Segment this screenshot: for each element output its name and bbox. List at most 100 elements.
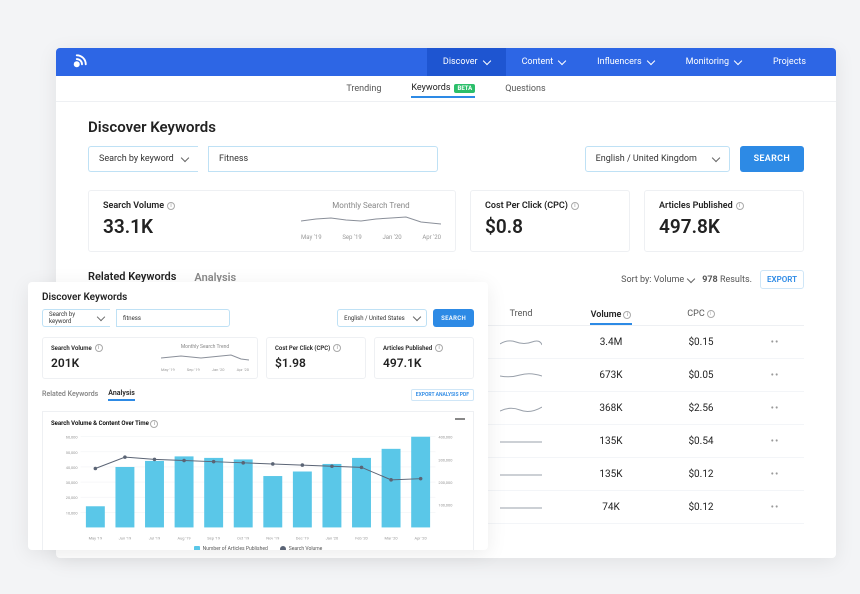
chevron-down-icon [734,57,742,65]
metric-value: 497.8K [659,215,789,238]
sort-select[interactable]: Sort by: Volume [621,275,694,285]
metric-value: 33.1K [103,215,175,238]
info-icon[interactable]: i [571,202,579,210]
subnav-keywords[interactable]: KeywordsBETA [411,83,475,98]
sparkline-icon [500,468,542,480]
svg-text:40,000: 40,000 [66,465,78,470]
subtab-analysis[interactable]: Analysis [108,389,135,401]
sparkline-icon [500,336,542,348]
nav-label: Monitoring [686,57,729,67]
metric-label: Articles Publishedi [659,201,789,211]
row-menu-icon[interactable]: •• [770,502,780,513]
chart-card: Search Volume & Content Over Time i 10,0… [42,411,474,550]
search-volume-card: Search Volumei 33.1K Monthly Search Tren… [88,190,456,252]
svg-text:Jul '19: Jul '19 [149,535,160,540]
language-select[interactable]: English / United States [337,309,427,327]
results-info: Sort by: Volume 978 Results. EXPORT [621,270,804,289]
info-icon[interactable]: i [150,420,158,428]
trend-months: May '19 Sep '19 Jan '20 Apr '20 [301,234,441,241]
search-mode-select[interactable]: Search by keyword [88,146,198,172]
trend-label: Monthly Search Trend [161,344,249,350]
cell-trend [500,336,542,348]
overlay-window: Discover Keywords Search by keyword fitn… [28,282,488,550]
svg-text:200,000: 200,000 [438,480,452,485]
cell-volume: 368K [590,403,632,414]
cell-cpc: $2.56 [680,403,722,414]
metric-value: $1.98 [275,356,357,370]
col-volume[interactable]: Volumei [590,309,632,325]
metric-cards: Search Volumei 201K Monthly Search Trend… [42,337,474,379]
svg-text:10,000: 10,000 [66,510,78,515]
cell-volume: 135K [590,469,632,480]
language-select[interactable]: English / United Kingdom [585,146,730,172]
subnav-trending[interactable]: Trending [346,84,381,94]
search-mode-select[interactable]: Search by keyword [42,309,110,327]
legend-swatch [194,546,200,550]
info-icon[interactable]: i [435,344,443,352]
search-button[interactable]: SEARCH [433,309,474,327]
keyword-input[interactable]: fitness [116,309,230,327]
chevron-down-icon [558,57,566,65]
nav-projects[interactable]: Projects [757,48,822,76]
metric-value: 201K [51,356,103,370]
page-title: Discover Keywords [42,292,474,303]
metric-label: Articles Publishedi [383,344,465,352]
cpc-card: Cost Per Click (CPC)i $1.98 [266,337,366,379]
info-icon[interactable]: i [167,202,175,210]
trend-label: Monthly Search Trend [301,201,441,210]
row-menu-icon[interactable]: •• [770,403,780,414]
metric-label: Cost Per Click (CPC)i [275,344,357,352]
svg-text:400,000: 400,000 [438,435,452,440]
subtab-related[interactable]: Related Keywords [42,390,98,400]
subnav-questions[interactable]: Questions [505,84,545,94]
row-menu-icon[interactable]: •• [770,370,780,381]
sparkline-icon [500,402,542,414]
nav-influencers[interactable]: Influencers [581,48,669,76]
svg-text:Mar '20: Mar '20 [385,535,398,540]
svg-text:Oct '19: Oct '19 [237,535,249,540]
svg-text:May '19: May '19 [89,535,103,540]
main-nav: Discover Content Influencers Monitoring … [427,48,822,76]
legend-item: Search Volume [280,546,323,550]
export-button[interactable]: EXPORT [760,270,804,289]
metric-label: Search Volumei [51,344,103,352]
row-menu-icon[interactable]: •• [770,469,780,480]
cell-volume: 673K [590,370,632,381]
articles-card: Articles Publishedi 497.1K [374,337,474,379]
nav-content[interactable]: Content [506,48,582,76]
search-button[interactable]: SEARCH [740,146,804,172]
results-count: 978 [702,275,718,285]
row-menu-icon[interactable]: •• [770,337,780,348]
info-icon[interactable]: i [333,344,341,352]
export-pdf-button[interactable]: EXPORT ANALYSIS PDF [411,389,474,401]
svg-text:Nov '19: Nov '19 [266,535,279,540]
cell-volume: 3.4M [590,337,632,348]
cell-trend [500,435,542,447]
subtabs: Related Keywords Analysis EXPORT ANALYSI… [42,389,474,401]
collapse-icon[interactable] [455,418,465,420]
keyword-input[interactable]: Fitness [208,146,438,172]
svg-text:30,000: 30,000 [66,480,78,485]
row-menu-icon[interactable]: •• [770,436,780,447]
app-logo-icon [70,53,88,71]
info-icon[interactable]: i [736,202,744,210]
info-icon[interactable]: i [95,344,103,352]
sparkline-icon [500,369,542,381]
chevron-down-icon [181,154,189,162]
svg-text:100,000: 100,000 [438,503,452,508]
nav-label: Influencers [597,57,641,67]
col-trend[interactable]: Trend [500,309,542,319]
svg-text:20,000: 20,000 [66,495,78,500]
sparkline-icon [500,435,542,447]
cell-trend [500,369,542,381]
nav-discover[interactable]: Discover [427,48,506,76]
nav-monitoring[interactable]: Monitoring [670,48,757,76]
cell-cpc: $0.15 [680,337,722,348]
chevron-down-icon [687,274,695,282]
legend-item: Number of Articles Published [194,546,268,550]
svg-text:Feb '20: Feb '20 [355,535,368,540]
chevron-down-icon [413,313,421,321]
col-cpc[interactable]: CPCi [680,309,722,319]
cell-cpc: $0.54 [680,436,722,447]
topbar: Discover Content Influencers Monitoring … [56,48,836,76]
